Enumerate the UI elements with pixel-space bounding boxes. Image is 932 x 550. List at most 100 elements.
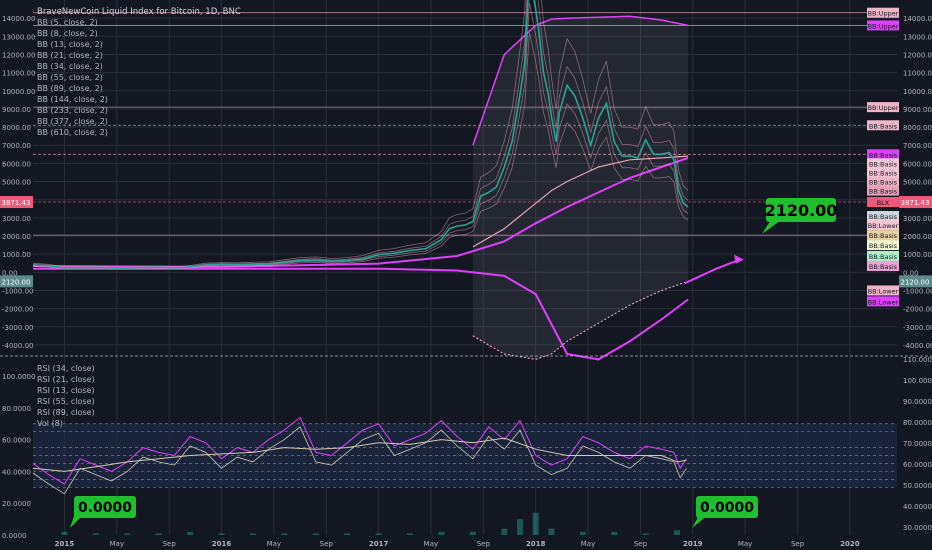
volume-bar bbox=[516, 519, 523, 535]
rsi-tick-right: 30.0000 bbox=[903, 524, 932, 532]
rsi-legend-item: RSI (34, close) bbox=[37, 364, 95, 373]
rsi-legend-item: RSI (55, close) bbox=[37, 397, 95, 406]
right-badge-text: BLX bbox=[877, 199, 890, 207]
y-tick-right: 6000.00 bbox=[903, 160, 932, 168]
y-tick-left: -2000.00 bbox=[2, 306, 33, 314]
x-tick: May bbox=[109, 540, 123, 548]
right-badge-text: BB:Basis bbox=[869, 151, 898, 159]
y-tick-right: 7000.00 bbox=[903, 142, 932, 150]
y-tick-left: 11000.00 bbox=[2, 70, 35, 78]
legend-item: BB (89, close, 2) bbox=[37, 84, 103, 93]
rsi-tick-right: 80.0000 bbox=[903, 419, 932, 427]
y-tick-right: 3000.00 bbox=[903, 215, 932, 223]
x-tick: 2019 bbox=[683, 540, 703, 548]
x-tick: May bbox=[424, 540, 438, 548]
volume-bar bbox=[61, 531, 68, 535]
y-tick-right: 9000.00 bbox=[903, 106, 932, 114]
right-badge-text: BB:Basis bbox=[869, 253, 898, 261]
y-tick-left: 3000.00 bbox=[2, 215, 31, 223]
right-badge-text: BB:Basis bbox=[869, 242, 898, 250]
rsi-legend-item: RSI (13, close) bbox=[37, 386, 95, 395]
y-tick-right: 12000.00 bbox=[903, 51, 932, 59]
right-badge-text: BB:Upper bbox=[868, 104, 899, 112]
x-tick: 2015 bbox=[55, 540, 75, 548]
volume-bar bbox=[532, 512, 539, 535]
legend-item: BB (34, close, 2) bbox=[37, 62, 103, 71]
right-badge-text: BB:Upper bbox=[868, 10, 899, 18]
y-tick-right: 2000.00 bbox=[903, 233, 932, 241]
volume-bar bbox=[407, 533, 414, 535]
rsi-tick-left: 0.0000 bbox=[2, 532, 27, 540]
right-badge-text: BB:Basis bbox=[869, 263, 898, 271]
y-tick-left: 8000.00 bbox=[2, 124, 31, 132]
rsi-left-callout-text: 0.0000 bbox=[78, 500, 132, 516]
right-badge-text: BB:Basis bbox=[869, 122, 898, 130]
right-badge-text: BB:Basis bbox=[869, 169, 898, 177]
chart-canvas: -4000.00 -4000.00 -3000.00 -3000.00 -2000.00… bbox=[0, 0, 932, 550]
volume-bar bbox=[124, 533, 131, 535]
y-tick-left: 10000.00 bbox=[2, 88, 35, 96]
y-tick-left: 5000.00 bbox=[2, 179, 31, 187]
rsi-tick-right: 100.0000 bbox=[903, 377, 932, 385]
x-tick: 2020 bbox=[840, 540, 860, 548]
y-tick-left: 1000.00 bbox=[2, 251, 31, 259]
legend-item: BB (13, close, 2) bbox=[37, 40, 103, 49]
right-badge-text: BB:Basis bbox=[869, 160, 898, 168]
volume-bar bbox=[155, 533, 162, 535]
volume-bar bbox=[312, 533, 319, 535]
volume-bar bbox=[438, 531, 445, 535]
y-tick-left: -3000.00 bbox=[2, 324, 33, 332]
right-badge-text: BB:Lower bbox=[868, 222, 899, 230]
y-tick-left: 2000.00 bbox=[2, 233, 31, 241]
right-badge-text: BB:Basis bbox=[869, 179, 898, 187]
x-tick: 2017 bbox=[369, 540, 389, 548]
y-tick-right: 13000.00 bbox=[903, 33, 932, 41]
volume-bar bbox=[642, 533, 649, 535]
right-badge-text: BB:Upper bbox=[868, 22, 899, 30]
target-callout-text: 2120.00 bbox=[765, 201, 838, 220]
x-tick: Sep bbox=[163, 540, 177, 548]
y-tick-right: 14000.00 bbox=[903, 15, 932, 23]
volume-bar bbox=[501, 528, 508, 535]
x-tick: Sep bbox=[477, 540, 491, 548]
x-tick: Sep bbox=[320, 540, 334, 548]
y-tick-left: 14000.00 bbox=[2, 15, 35, 23]
volume-bar bbox=[674, 530, 681, 535]
x-tick: May bbox=[267, 540, 281, 548]
rsi-tick-left: 80.0000 bbox=[2, 405, 31, 413]
x-tick: 2016 bbox=[212, 540, 232, 548]
y-tick-left: 6000.00 bbox=[2, 160, 31, 168]
right-badge-text: BB:Lower bbox=[868, 287, 899, 295]
volume-bar bbox=[92, 533, 99, 535]
rsi-tick-right: 110.0000 bbox=[903, 356, 932, 364]
right-badge-text: BB:Lower bbox=[868, 298, 899, 306]
legend-item: BB (5, close, 2) bbox=[37, 18, 98, 27]
volume-bar bbox=[469, 531, 476, 535]
volume-bar bbox=[579, 531, 586, 535]
rsi-tick-right: 50.0000 bbox=[903, 482, 932, 490]
y-tick-right: 8000.00 bbox=[903, 124, 932, 132]
rsi-legend-item: RSI (21, close) bbox=[37, 375, 95, 384]
rsi-legend-item: Vol (8) bbox=[37, 419, 63, 428]
volume-bar bbox=[344, 533, 351, 535]
y-tick-left: 7000.00 bbox=[2, 142, 31, 150]
y-tick-left: -1000.00 bbox=[2, 287, 33, 295]
rsi-tick-right: 60.0000 bbox=[903, 461, 932, 469]
price-badge-right-text: 3871.43 bbox=[901, 199, 930, 207]
rsi-right-callout-text: 0.0000 bbox=[700, 500, 754, 516]
legend-item: BB (610, close, 2) bbox=[37, 128, 108, 137]
legend-item: BB (377, close, 2) bbox=[37, 117, 108, 126]
right-badge-text: BB:Basis bbox=[869, 232, 898, 240]
legend-item: BB (55, close, 2) bbox=[37, 73, 103, 82]
volume-bar bbox=[249, 533, 256, 535]
y-tick-right: -2000.00 bbox=[903, 306, 932, 314]
y-tick-right: 10000.00 bbox=[903, 88, 932, 96]
x-tick: May bbox=[581, 540, 595, 548]
y-tick-right: -4000.00 bbox=[903, 342, 932, 350]
rsi-tick-left: 20.0000 bbox=[2, 500, 31, 508]
x-tick: Sep bbox=[634, 540, 648, 548]
y-tick-right: 5000.00 bbox=[903, 179, 932, 187]
rsi-tick-right: 40.0000 bbox=[903, 503, 932, 511]
legend-item: BB (21, close, 2) bbox=[37, 51, 103, 60]
volume-bar bbox=[281, 533, 288, 535]
